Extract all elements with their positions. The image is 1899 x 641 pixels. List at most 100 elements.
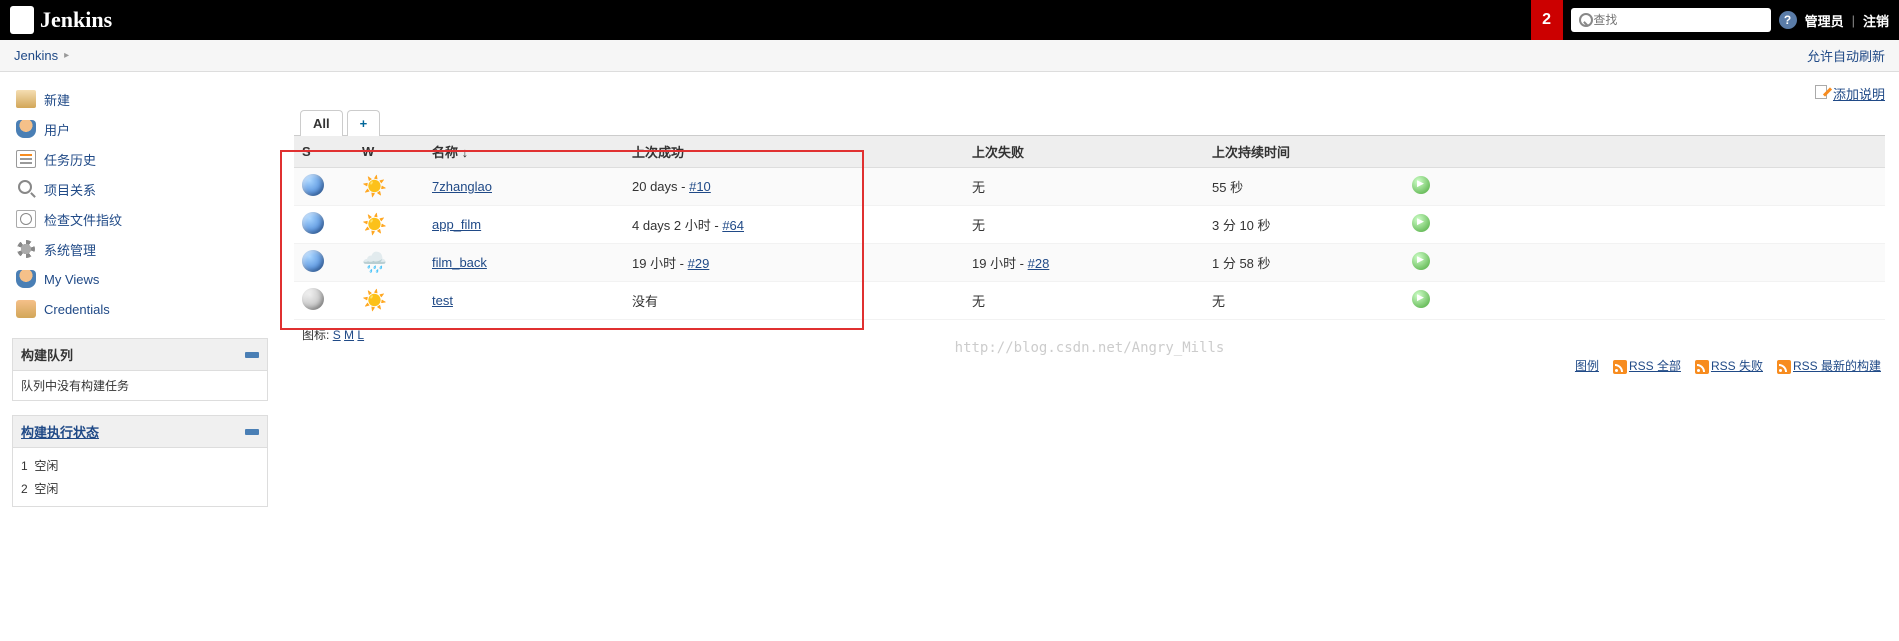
sidebar-task[interactable]: 系统管理 xyxy=(12,234,268,264)
queue-header: 构建队列 xyxy=(21,345,73,364)
chevron-right-icon: ▸ xyxy=(64,50,69,61)
rss-icon xyxy=(1777,360,1791,374)
sidebar-task[interactable]: 检查文件指纹 xyxy=(12,204,268,234)
schedule-build-icon[interactable] xyxy=(1412,290,1430,308)
executor-row: 1 空闲 xyxy=(21,454,259,477)
logout-link[interactable]: 注销 xyxy=(1863,11,1889,30)
last-failure-cell: 无 xyxy=(964,282,1204,320)
build-link[interactable]: #28 xyxy=(1028,256,1050,271)
sidebar-task[interactable]: Credentials xyxy=(12,294,268,324)
task-link[interactable]: 新建 xyxy=(44,90,70,109)
weather-icon: ☀️ xyxy=(362,176,387,198)
col-weather[interactable]: W xyxy=(354,136,424,168)
col-last-failure[interactable]: 上次失败 xyxy=(964,136,1204,168)
task-link[interactable]: Credentials xyxy=(44,302,110,317)
job-row: ☀️ 7zhanglao 20 days - #10 无 55 秒 xyxy=(294,168,1885,206)
build-link[interactable]: #29 xyxy=(688,256,710,271)
icon-size-m[interactable]: M xyxy=(344,328,354,342)
sidebar-task[interactable]: 任务历史 xyxy=(12,144,268,174)
last-failure-cell: 19 小时 - #28 xyxy=(964,244,1204,282)
legend-link[interactable]: 图例 xyxy=(1575,357,1599,374)
task-link[interactable]: My Views xyxy=(44,272,99,287)
icon-size-s[interactable]: S xyxy=(333,328,341,342)
history-icon xyxy=(16,149,36,169)
task-link[interactable]: 项目关系 xyxy=(44,180,96,199)
weather-icon: 🌧️ xyxy=(362,252,387,274)
schedule-build-icon[interactable] xyxy=(1412,214,1430,232)
task-link[interactable]: 任务历史 xyxy=(44,150,96,169)
schedule-build-icon[interactable] xyxy=(1412,176,1430,194)
help-icon[interactable]: ? xyxy=(1779,11,1797,29)
job-name-link[interactable]: test xyxy=(432,293,453,308)
executor-header[interactable]: 构建执行状态 xyxy=(21,422,99,441)
rss-icon xyxy=(1695,360,1709,374)
user-icon xyxy=(16,119,36,139)
top-bar: Jenkins 2 ? 管理员 | 注销 xyxy=(0,0,1899,40)
last-duration-cell: 55 秒 xyxy=(1204,168,1404,206)
task-link[interactable]: 用户 xyxy=(44,120,70,139)
rss-fail-link[interactable]: RSS 失败 xyxy=(1711,359,1763,373)
weather-icon: ☀️ xyxy=(362,214,387,236)
col-last-duration[interactable]: 上次持续时间 xyxy=(1204,136,1404,168)
col-name[interactable]: 名称 ↓ xyxy=(424,136,624,168)
rss-icon xyxy=(1613,360,1627,374)
build-link[interactable]: #64 xyxy=(722,218,744,233)
executor-pane: 构建执行状态 1 空闲2 空闲 xyxy=(12,415,268,507)
finger-icon xyxy=(16,209,36,229)
search-icon xyxy=(1577,13,1590,27)
col-build xyxy=(1404,136,1885,168)
gear-icon xyxy=(16,239,36,259)
sidebar-task[interactable]: 新建 xyxy=(12,84,268,114)
auto-refresh-link[interactable]: 允许自动刷新 xyxy=(1807,49,1885,64)
status-ball-icon xyxy=(302,288,324,310)
weather-icon: ☀️ xyxy=(362,290,387,312)
search-box[interactable] xyxy=(1571,8,1771,32)
logo-text: Jenkins xyxy=(40,7,112,33)
view-tabs: All + xyxy=(294,109,1885,136)
sidebar-task[interactable]: 用户 xyxy=(12,114,268,144)
rss-latest-link[interactable]: RSS 最新的构建 xyxy=(1793,359,1881,373)
collapse-icon[interactable] xyxy=(245,352,259,358)
job-name-link[interactable]: app_film xyxy=(432,217,481,232)
logo[interactable]: Jenkins xyxy=(10,6,112,34)
job-row: 🌧️ film_back 19 小时 - #29 19 小时 - #28 1 分… xyxy=(294,244,1885,282)
last-failure-cell: 无 xyxy=(964,206,1204,244)
status-ball-icon xyxy=(302,250,324,272)
job-name-link[interactable]: film_back xyxy=(432,255,487,270)
breadcrumb-root[interactable]: Jenkins xyxy=(14,48,58,63)
sidebar-task[interactable]: My Views xyxy=(12,264,268,294)
tab-add[interactable]: + xyxy=(347,110,381,136)
collapse-icon[interactable] xyxy=(245,429,259,435)
status-ball-icon xyxy=(302,174,324,196)
last-success-cell: 19 小时 - #29 xyxy=(624,244,964,282)
sidebar-task[interactable]: 项目关系 xyxy=(12,174,268,204)
new-icon xyxy=(16,89,36,109)
admin-link[interactable]: 管理员 xyxy=(1805,11,1844,30)
last-duration-cell: 1 分 58 秒 xyxy=(1204,244,1404,282)
status-ball-icon xyxy=(302,212,324,234)
task-link[interactable]: 系统管理 xyxy=(44,240,96,259)
task-list: 新建用户任务历史项目关系检查文件指纹系统管理 My Views Credential… xyxy=(12,84,268,324)
schedule-build-icon[interactable] xyxy=(1412,252,1430,270)
job-name-link[interactable]: 7zhanglao xyxy=(432,179,492,194)
col-status[interactable]: S xyxy=(294,136,354,168)
last-success-cell: 4 days 2 小时 - #64 xyxy=(624,206,964,244)
notification-badge[interactable]: 2 xyxy=(1531,0,1563,40)
cred-icon xyxy=(16,299,36,319)
watermark: http://blog.csdn.net/Angry_Mills xyxy=(955,340,1225,356)
user-icon xyxy=(16,269,36,289)
last-failure-cell: 无 xyxy=(964,168,1204,206)
build-link[interactable]: #10 xyxy=(689,179,711,194)
icon-size-l[interactable]: L xyxy=(357,328,364,342)
add-description-link[interactable]: 添加说明 xyxy=(1833,87,1885,102)
build-queue-pane: 构建队列 队列中没有构建任务 xyxy=(12,338,268,401)
search-icon xyxy=(16,179,36,199)
task-link[interactable]: 检查文件指纹 xyxy=(44,210,122,229)
search-input[interactable] xyxy=(1593,13,1764,27)
last-success-cell: 20 days - #10 xyxy=(624,168,964,206)
rss-all-link[interactable]: RSS 全部 xyxy=(1629,359,1681,373)
col-last-success[interactable]: 上次成功 xyxy=(624,136,964,168)
job-row: ☀️ app_film 4 days 2 小时 - #64 无 3 分 10 秒 xyxy=(294,206,1885,244)
jobs-table: S W 名称 ↓ 上次成功 上次失败 上次持续时间 ☀️ 7zhanglao 2… xyxy=(294,136,1885,320)
tab-all[interactable]: All xyxy=(300,110,343,136)
